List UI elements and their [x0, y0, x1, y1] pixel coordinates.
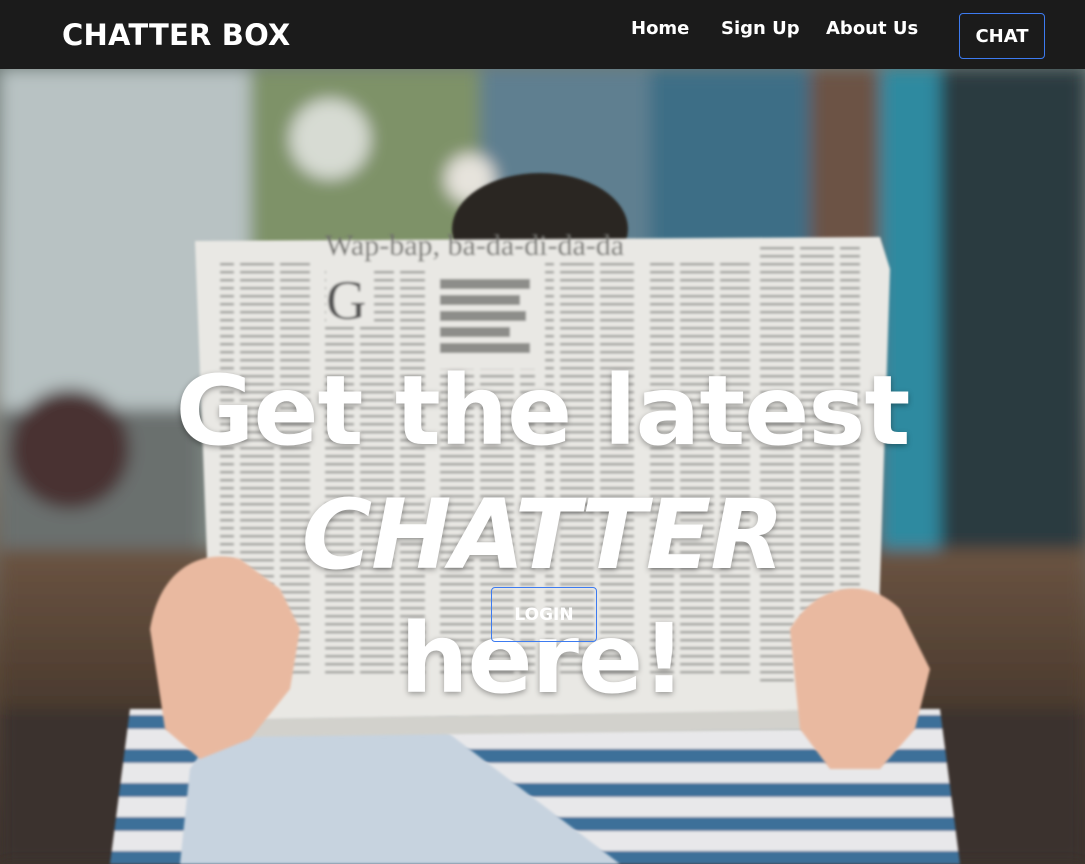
nav-link-sign-up[interactable]: Sign Up: [721, 18, 800, 39]
svg-text:G: G: [326, 270, 366, 332]
hero-title-plain: Get the latest: [175, 355, 911, 467]
hero-section: Wap-bap, ba-da-di-da-da G Get the latest…: [0, 69, 1085, 864]
brand-logo[interactable]: CHATTER BOX: [62, 18, 291, 52]
hero-title: Get the latest CHATTER here!: [0, 349, 1085, 721]
login-button[interactable]: LOGIN: [491, 587, 597, 642]
newspaper-headline: Wap-bap, ba-da-di-da-da: [325, 229, 624, 262]
chat-button[interactable]: CHAT: [959, 13, 1045, 59]
nav-link-home[interactable]: Home: [631, 18, 689, 39]
navbar: CHATTER BOX Home Sign Up About Us CHAT: [0, 0, 1085, 69]
nav-link-about-us[interactable]: About Us: [826, 18, 918, 39]
hero-title-emphasis: CHATTER: [301, 479, 785, 591]
